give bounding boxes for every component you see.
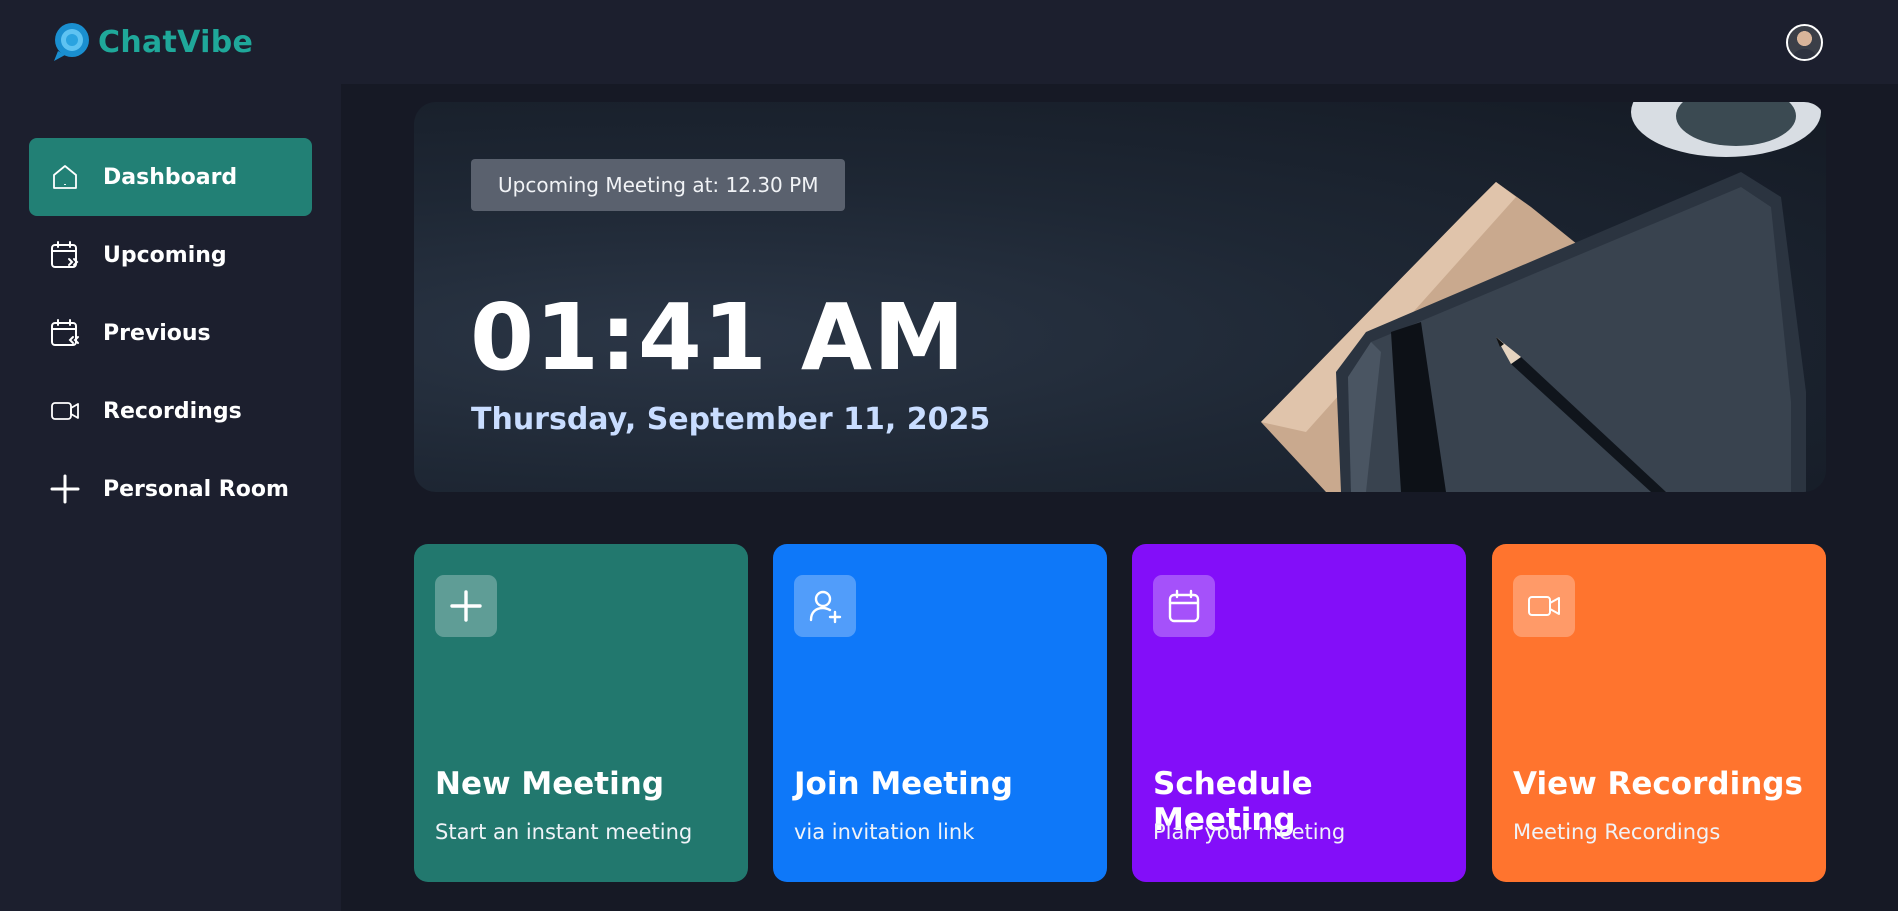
desk-notebook-illustration bbox=[1261, 102, 1821, 492]
card-icon-box bbox=[794, 575, 856, 637]
card-subtitle: Plan your meeting bbox=[1153, 820, 1346, 844]
new-meeting-card[interactable]: New Meeting Start an instant meeting bbox=[414, 544, 748, 882]
brand-link[interactable]: ChatVibe bbox=[50, 21, 253, 63]
video-icon bbox=[1528, 596, 1560, 616]
sidebar-item-label: Personal Room bbox=[103, 476, 289, 502]
top-navbar: ChatVibe bbox=[0, 0, 1898, 84]
card-title: Join Meeting bbox=[794, 766, 1013, 802]
upcoming-meeting-badge: Upcoming Meeting at: 12.30 PM bbox=[471, 159, 846, 211]
calendar-back-icon bbox=[51, 319, 79, 346]
sidebar: Dashboard Upcoming Previous Recordings P… bbox=[0, 84, 341, 911]
card-subtitle: Meeting Recordings bbox=[1513, 820, 1721, 844]
calendar-forward-icon bbox=[51, 241, 79, 268]
user-add-icon bbox=[809, 590, 842, 624]
sidebar-item-label: Recordings bbox=[103, 398, 242, 424]
card-title: New Meeting bbox=[435, 766, 665, 802]
current-time: 01:41 AM bbox=[470, 284, 966, 391]
user-avatar[interactable] bbox=[1786, 23, 1823, 61]
schedule-meeting-card[interactable]: Schedule Meeting Plan your meeting bbox=[1132, 544, 1466, 882]
sidebar-item-upcoming[interactable]: Upcoming bbox=[29, 216, 312, 294]
sidebar-item-label: Dashboard bbox=[103, 164, 238, 190]
sidebar-item-label: Previous bbox=[103, 320, 211, 346]
current-date: Thursday, September 11, 2025 bbox=[471, 402, 991, 437]
chat-bubble-logo-icon bbox=[54, 23, 89, 61]
hero-banner: Upcoming Meeting at: 12.30 PM 01:41 AM T… bbox=[414, 102, 1826, 492]
sidebar-item-personal-room[interactable]: Personal Room bbox=[29, 450, 312, 528]
sidebar-item-label: Upcoming bbox=[103, 242, 227, 268]
action-cards: New Meeting Start an instant meeting Joi… bbox=[414, 544, 1826, 882]
card-subtitle: Start an instant meeting bbox=[435, 820, 693, 844]
card-icon-box bbox=[435, 575, 497, 637]
home-icon bbox=[53, 165, 77, 189]
plus-icon bbox=[50, 474, 80, 504]
plus-icon bbox=[450, 590, 482, 622]
card-title: View Recordings bbox=[1513, 766, 1803, 802]
card-icon-box bbox=[1153, 575, 1215, 637]
card-icon-box bbox=[1513, 575, 1575, 637]
sidebar-item-recordings[interactable]: Recordings bbox=[29, 372, 312, 450]
sidebar-item-previous[interactable]: Previous bbox=[29, 294, 312, 372]
calendar-icon bbox=[1168, 589, 1200, 623]
video-icon bbox=[51, 402, 79, 420]
sidebar-item-dashboard[interactable]: Dashboard bbox=[29, 138, 312, 216]
join-meeting-card[interactable]: Join Meeting via invitation link bbox=[773, 544, 1107, 882]
view-recordings-card[interactable]: View Recordings Meeting Recordings bbox=[1492, 544, 1826, 882]
brand-name: ChatVibe bbox=[98, 24, 254, 60]
card-subtitle: via invitation link bbox=[794, 820, 975, 844]
main-content: Upcoming Meeting at: 12.30 PM 01:41 AM T… bbox=[341, 84, 1898, 911]
